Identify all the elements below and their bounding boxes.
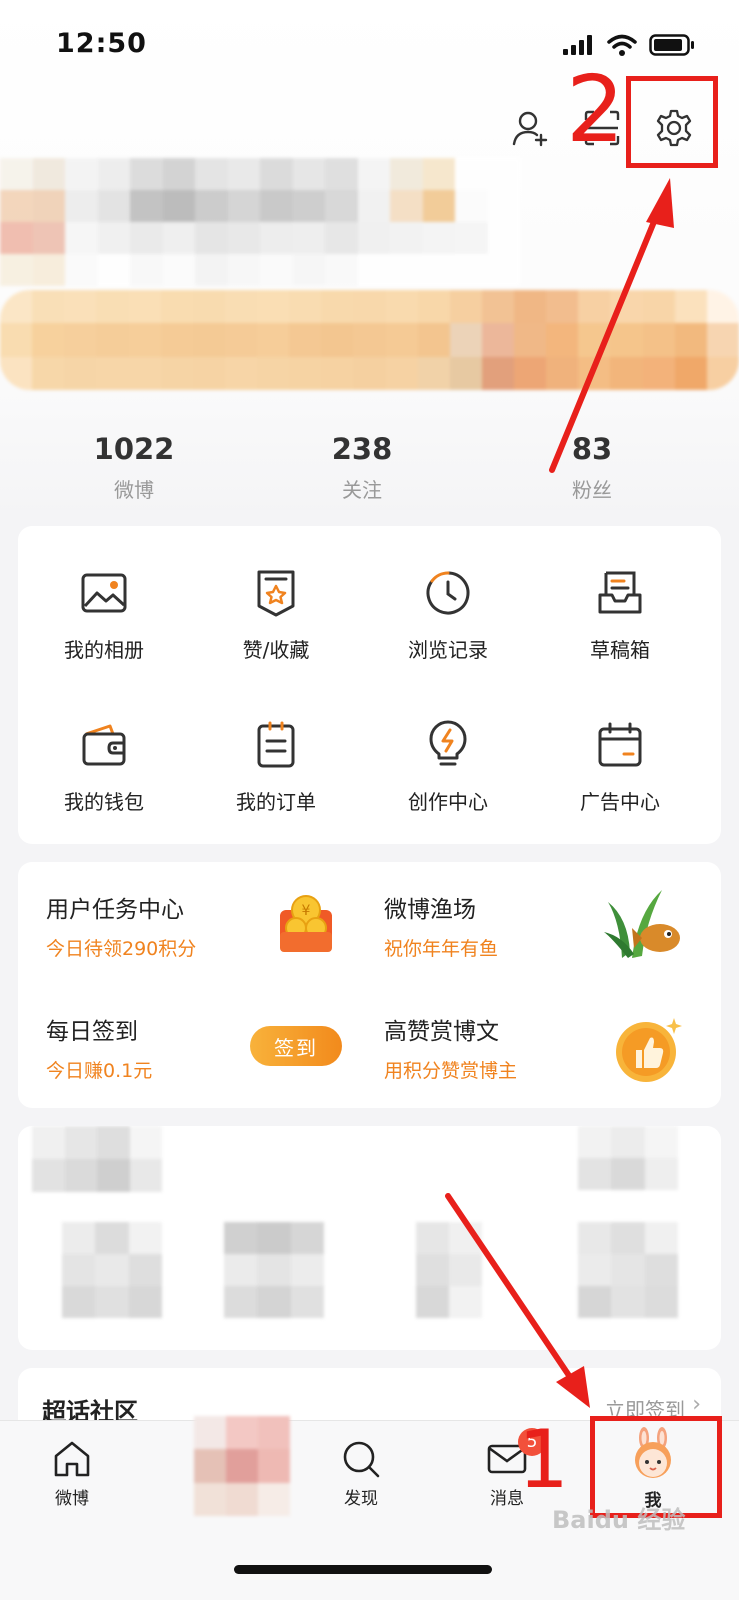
arrow-to-me-tab: [445, 1193, 590, 1408]
watermark: Baidu 经验: [552, 1506, 686, 1534]
arrow-to-settings: [549, 178, 674, 473]
annotation-arrows: [445, 178, 674, 1408]
